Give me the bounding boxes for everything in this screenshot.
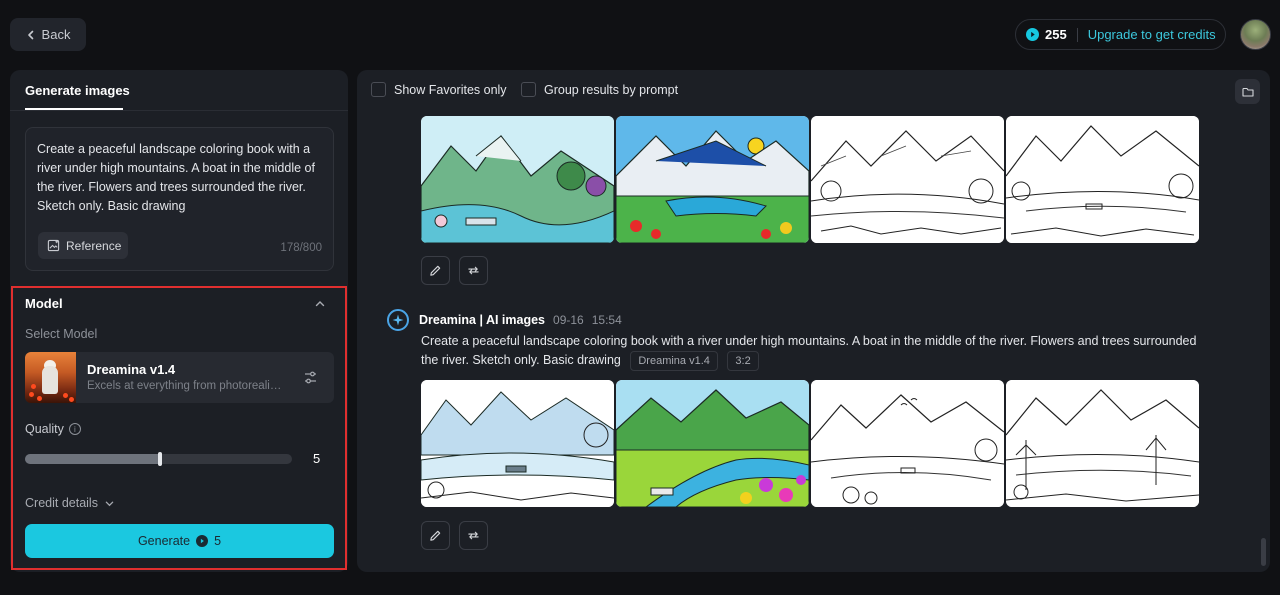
regenerate-button[interactable] xyxy=(459,256,488,285)
reference-label: Reference xyxy=(66,238,122,253)
model-description: Excels at everything from photorealism t… xyxy=(87,380,287,392)
generation-prompt-text: Create a peaceful landscape coloring boo… xyxy=(421,334,1197,367)
chevron-left-icon xyxy=(27,30,33,39)
sliders-icon[interactable] xyxy=(303,370,318,385)
generated-image[interactable] xyxy=(811,116,1004,243)
credit-coin-icon xyxy=(1026,28,1039,41)
generated-image[interactable] xyxy=(811,380,1004,507)
model-selector[interactable]: Dreamina v1.4 Excels at everything from … xyxy=(25,352,334,403)
scrollbar[interactable] xyxy=(1261,538,1266,566)
generated-image[interactable] xyxy=(421,116,614,243)
pencil-icon xyxy=(430,530,441,541)
generated-image[interactable] xyxy=(616,380,809,507)
quality-text: Quality xyxy=(25,422,64,436)
divider xyxy=(10,110,348,111)
quality-slider-fill xyxy=(25,454,159,464)
results-panel: Show Favorites only Group results by pro… xyxy=(357,70,1270,572)
generated-image[interactable] xyxy=(1006,380,1199,507)
generate-label: Generate xyxy=(137,534,191,548)
image-row xyxy=(421,116,1199,243)
checkbox[interactable] xyxy=(371,82,386,97)
generation-prompt: Create a peaceful landscape coloring boo… xyxy=(421,332,1201,371)
generation-header: Dreamina | AI images 09-16 15:54 xyxy=(387,309,622,331)
generated-image[interactable] xyxy=(616,116,809,243)
quality-slider[interactable] xyxy=(25,452,292,466)
generation-time: 15:54 xyxy=(591,313,622,327)
chevron-up-icon[interactable] xyxy=(315,299,325,309)
credit-coin-icon xyxy=(196,535,209,547)
model-section: Model Select Model Dreamina v1.4 Excels … xyxy=(11,286,347,570)
model-tag: Dreamina v1.4 xyxy=(630,351,718,371)
pencil-icon xyxy=(430,265,441,276)
regenerate-button[interactable] xyxy=(459,521,488,550)
generated-image[interactable] xyxy=(421,380,614,507)
credits-pill[interactable]: 255 Upgrade to get credits xyxy=(1015,19,1226,50)
quality-slider-handle[interactable] xyxy=(157,452,162,466)
prompt-text[interactable]: Create a peaceful landscape coloring boo… xyxy=(37,140,327,216)
group-results-label: Group results by prompt xyxy=(544,82,679,97)
show-favorites-checkbox[interactable]: Show Favorites only xyxy=(371,82,507,97)
model-thumbnail xyxy=(25,352,76,403)
model-section-title: Model xyxy=(25,296,63,311)
generate-button[interactable]: Generate 5 xyxy=(25,524,334,558)
show-favorites-label: Show Favorites only xyxy=(394,82,507,97)
info-icon[interactable]: i xyxy=(68,423,81,435)
credits-count: 255 xyxy=(1045,27,1067,42)
model-name: Dreamina v1.4 xyxy=(87,362,176,377)
dreamina-logo-icon xyxy=(387,309,409,331)
ratio-tag: 3:2 xyxy=(727,351,759,371)
checkbox[interactable] xyxy=(521,82,536,97)
group-results-checkbox[interactable]: Group results by prompt xyxy=(521,82,678,97)
back-button[interactable]: Back xyxy=(10,18,86,51)
image-reference-icon xyxy=(47,239,60,252)
generation-author: Dreamina | AI images xyxy=(419,313,546,327)
edit-button[interactable] xyxy=(421,521,450,550)
back-label: Back xyxy=(41,27,71,42)
character-count: 178/800 xyxy=(280,242,322,254)
folder-button[interactable] xyxy=(1235,79,1260,104)
image-row xyxy=(421,380,1199,507)
divider xyxy=(1076,27,1078,42)
generation-date: 09-16 xyxy=(553,313,584,327)
select-model-label: Select Model xyxy=(25,327,98,341)
credit-details-label: Credit details xyxy=(25,496,98,510)
reference-button[interactable]: Reference xyxy=(38,232,128,259)
generate-cost: 5 xyxy=(214,534,222,548)
repeat-icon xyxy=(468,531,479,540)
generated-image[interactable] xyxy=(1006,116,1199,243)
credit-details-toggle[interactable]: Credit details xyxy=(25,496,114,510)
upgrade-link[interactable]: Upgrade to get credits xyxy=(1088,27,1216,42)
tab-generate-images[interactable]: Generate images xyxy=(25,83,130,98)
quality-value: 5 xyxy=(313,451,321,466)
folder-icon xyxy=(1241,87,1254,97)
chevron-down-icon xyxy=(105,501,114,506)
edit-button[interactable] xyxy=(421,256,450,285)
repeat-icon xyxy=(468,266,479,275)
avatar[interactable] xyxy=(1240,19,1271,50)
prompt-input[interactable]: Create a peaceful landscape coloring boo… xyxy=(25,127,334,271)
generate-panel: Generate images Create a peaceful landsc… xyxy=(10,70,348,572)
quality-label: Quality i xyxy=(25,422,81,436)
